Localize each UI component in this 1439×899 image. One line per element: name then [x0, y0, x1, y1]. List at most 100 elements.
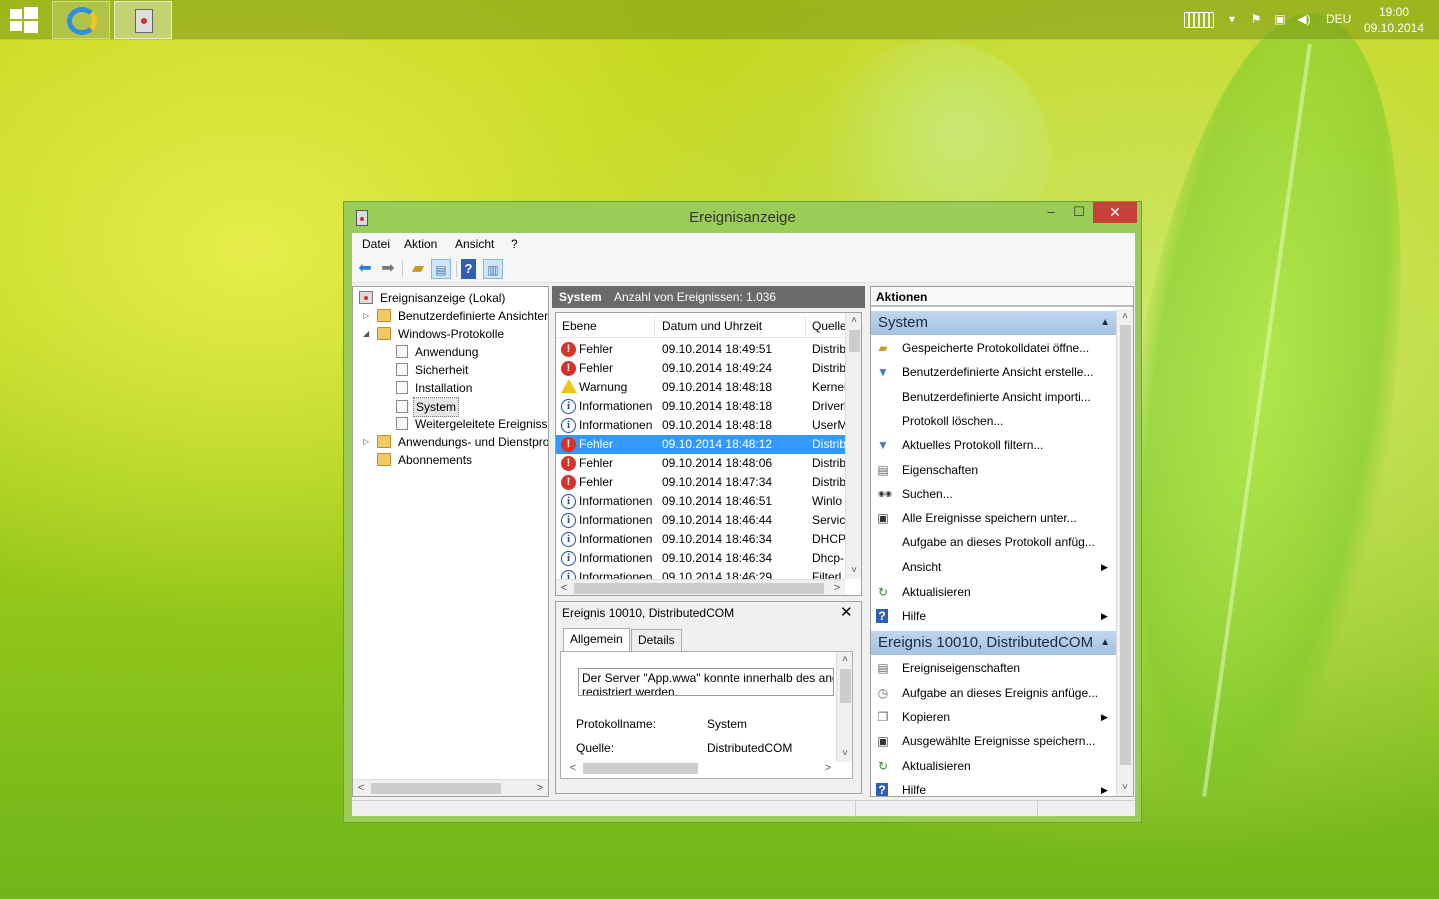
action-item[interactable]: ↻ Aktualisieren: [871, 754, 1116, 778]
scrollbar-thumb[interactable]: [849, 330, 860, 352]
close-icon[interactable]: ✕: [840, 603, 853, 621]
tree-item-root[interactable]: Ereignisanzeige (Lokal): [359, 289, 507, 307]
tab-allgemein[interactable]: Allgemein: [563, 628, 630, 652]
action-item[interactable]: ▤ Eigenschaften: [871, 458, 1116, 482]
tree-item-system[interactable]: System: [396, 397, 460, 417]
actions-section-header[interactable]: Ereignis 10010, DistributedCOM ▲: [871, 631, 1116, 656]
tree-item-windows-logs[interactable]: ◢ Windows-Protokolle: [363, 325, 506, 343]
column-header-source[interactable]: Quelle: [812, 319, 847, 333]
taskbar-app-internet-explorer[interactable]: [52, 1, 110, 39]
event-message[interactable]: Der Server "App.wwa" konnte innerhalb de…: [578, 668, 834, 696]
menu-datei[interactable]: Datei: [362, 237, 390, 251]
tab-details[interactable]: Details: [631, 629, 682, 652]
scroll-left-icon[interactable]: <: [556, 580, 572, 595]
action-item[interactable]: ? Hilfe ▶: [871, 604, 1116, 628]
event-row[interactable]: i Informationen 09.10.2014 18:48:18 UserM: [556, 416, 846, 435]
scroll-up-icon[interactable]: ˄: [846, 313, 861, 329]
event-row[interactable]: i Informationen 09.10.2014 18:46:34 DHCP: [556, 530, 846, 549]
event-row[interactable]: i Informationen 09.10.2014 18:46:44 Servic: [556, 511, 846, 530]
tree-item-sicherheit[interactable]: Sicherheit: [396, 361, 470, 379]
scroll-down-icon[interactable]: ˅: [837, 746, 852, 762]
event-row[interactable]: ! Fehler 09.10.2014 18:49:51 Distrib: [556, 340, 846, 359]
events-horizontal-scrollbar[interactable]: < >: [556, 579, 845, 595]
actions-section-header[interactable]: System ▲: [871, 311, 1116, 335]
scroll-down-icon[interactable]: ˅: [1117, 780, 1133, 796]
action-item[interactable]: ▼ Aktuelles Protokoll filtern...: [871, 433, 1116, 457]
action-item[interactable]: ❐ Kopieren ▶: [871, 705, 1116, 729]
tree-item-installation[interactable]: Installation: [396, 379, 474, 397]
column-separator[interactable]: [805, 316, 806, 336]
column-header-datetime[interactable]: Datum und Uhrzeit: [662, 319, 762, 333]
maximize-button[interactable]: ☐: [1065, 202, 1093, 223]
tree-item-app-service-logs[interactable]: ▷ Anwendungs- und Dienstprotokolle: [363, 433, 548, 451]
scroll-left-icon[interactable]: <: [353, 780, 369, 796]
action-item[interactable]: Ansicht ▶: [871, 555, 1116, 579]
column-header-level[interactable]: Ebene: [562, 319, 597, 333]
network-icon[interactable]: ▣: [1272, 12, 1288, 26]
show-hidden-icons-icon[interactable]: ▾: [1224, 12, 1240, 26]
event-row[interactable]: ! Fehler 09.10.2014 18:48:06 Distrib: [556, 454, 846, 473]
action-item[interactable]: ▤ Ereigniseigenschaften: [871, 656, 1116, 680]
language-indicator[interactable]: DEU: [1326, 12, 1351, 26]
actions-vertical-scrollbar[interactable]: ˄ ˅: [1116, 309, 1133, 796]
action-item[interactable]: ▣ Alle Ereignisse speichern unter...: [871, 506, 1116, 530]
scroll-right-icon[interactable]: >: [532, 780, 548, 796]
action-item[interactable]: ? Hilfe ▶: [871, 778, 1116, 796]
event-row[interactable]: Warnung 09.10.2014 18:48:18 Kernel: [556, 378, 846, 397]
action-item[interactable]: ▣ Ausgewählte Ereignisse speichern...: [871, 729, 1116, 753]
touch-keyboard-icon[interactable]: [1184, 12, 1214, 28]
event-row[interactable]: ! Fehler 09.10.2014 18:47:34 Distrib: [556, 473, 846, 492]
taskbar-app-event-viewer[interactable]: [114, 1, 172, 39]
scroll-right-icon[interactable]: >: [820, 760, 836, 777]
event-row[interactable]: i Informationen 09.10.2014 18:46:34 Dhcp-: [556, 549, 846, 568]
tree-item-anwendung[interactable]: Anwendung: [396, 343, 480, 361]
scrollbar-thumb[interactable]: [574, 583, 824, 594]
volume-icon[interactable]: ◀): [1296, 12, 1312, 26]
scroll-right-icon[interactable]: >: [829, 580, 845, 595]
expand-icon[interactable]: ▷: [363, 433, 369, 451]
collapse-icon[interactable]: ◢: [363, 325, 369, 343]
action-item[interactable]: ◷ Aufgabe an dieses Ereignis anfüge...: [871, 681, 1116, 705]
up-folder-icon[interactable]: ▰: [408, 259, 428, 279]
action-item[interactable]: ▼ Benutzerdefinierte Ansicht erstelle...: [871, 360, 1116, 384]
expand-icon[interactable]: ▷: [363, 307, 369, 325]
help-icon[interactable]: ?: [461, 259, 476, 279]
scrollbar-thumb[interactable]: [371, 783, 501, 794]
start-button[interactable]: [10, 7, 38, 33]
action-pane-icon[interactable]: ▥: [483, 259, 503, 279]
action-item[interactable]: ▰ Gespeicherte Protokolldatei öffne...: [871, 336, 1116, 360]
column-separator[interactable]: [654, 316, 655, 336]
event-row[interactable]: ! Fehler 09.10.2014 18:49:24 Distrib: [556, 359, 846, 378]
tree-horizontal-scrollbar[interactable]: < >: [353, 779, 548, 796]
action-item[interactable]: Aufgabe an dieses Protokoll anfüg...: [871, 530, 1116, 554]
menu-ansicht[interactable]: Ansicht: [455, 237, 494, 251]
minimize-button[interactable]: –: [1037, 202, 1065, 223]
menu-help[interactable]: ?: [511, 237, 518, 251]
scrollbar-thumb[interactable]: [583, 763, 698, 774]
collapse-section-icon[interactable]: ▲: [1100, 631, 1110, 655]
collapse-section-icon[interactable]: ▲: [1100, 311, 1110, 335]
event-row[interactable]: ! Fehler 09.10.2014 18:48:12 Distrib: [556, 435, 846, 454]
menu-aktion[interactable]: Aktion: [404, 237, 437, 251]
action-item[interactable]: ↻ Aktualisieren: [871, 580, 1116, 604]
scroll-up-icon[interactable]: ˄: [1117, 309, 1133, 325]
detail-horizontal-scrollbar[interactable]: < >: [561, 760, 836, 777]
scroll-left-icon[interactable]: <: [565, 760, 581, 777]
action-center-flag-icon[interactable]: ⚑: [1248, 12, 1264, 26]
event-row[interactable]: i Informationen 09.10.2014 18:46:51 Winlo: [556, 492, 846, 511]
tree-item-forwarded-events[interactable]: Weitergeleitete Ereignisse: [396, 415, 548, 433]
console-tree-icon[interactable]: ▤: [431, 259, 451, 279]
event-row[interactable]: i Informationen 09.10.2014 18:48:18 Driverl: [556, 397, 846, 416]
action-item[interactable]: ◉◉ Suchen...: [871, 482, 1116, 506]
tree-item-custom-views[interactable]: ▷ Benutzerdefinierte Ansichten: [363, 307, 548, 325]
close-button[interactable]: ✕: [1093, 202, 1137, 223]
scroll-up-icon[interactable]: ˄: [837, 652, 852, 668]
action-item[interactable]: Protokoll löschen...: [871, 409, 1116, 433]
action-item[interactable]: Benutzerdefinierte Ansicht importi...: [871, 385, 1116, 409]
detail-vertical-scrollbar[interactable]: ˄ ˅: [836, 652, 852, 762]
tree-item-subscriptions[interactable]: Abonnements: [377, 451, 474, 469]
scrollbar-thumb[interactable]: [840, 669, 851, 703]
events-vertical-scrollbar[interactable]: ˄ ˅: [845, 313, 861, 579]
clock[interactable]: 19:00 09.10.2014: [1362, 4, 1426, 36]
back-arrow-icon[interactable]: ⬅: [355, 259, 375, 279]
